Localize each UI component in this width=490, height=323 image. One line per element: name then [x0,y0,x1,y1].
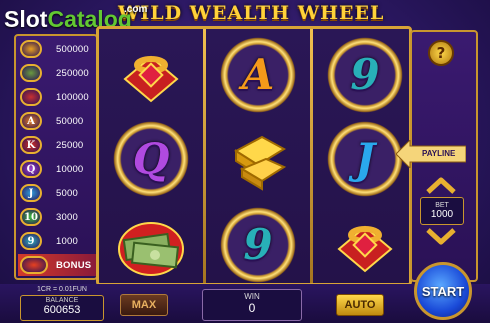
payline-label: PAYLINE [422,149,456,158]
reel-symbol-letter: A [241,50,275,99]
balance-value: 600653 [43,304,81,316]
paytable-q-icon: Q [20,160,42,178]
reel-symbol-letter: J [355,134,375,183]
paytable-gold-bars-icon [20,40,42,58]
paytable-value: 500000 [56,43,89,55]
paytable-a-icon: A [20,112,42,130]
reel-symbol-q-icon: Q [113,121,189,197]
reel-symbol-cash-icon [113,207,189,283]
paytable-row: 100000 [18,86,96,108]
win-value: 0 [248,301,256,315]
paytable-row: 500000 [18,38,96,60]
paytable-row: Q 10000 [18,158,96,180]
paytable-value: 25000 [56,139,84,151]
paytable-row: 9 1000 [18,230,96,252]
paytable-value: BONUS [56,259,92,271]
help-button[interactable]: ? [428,40,454,66]
game-title: WILD WEALTH WHEEL [118,2,385,24]
paytable-bonus-icon [20,256,48,274]
paytable-value: 250000 [56,67,89,79]
paytable-row: A 50000 [18,110,96,132]
paytable-value: 1000 [56,235,78,247]
paytable-row: J 5000 [18,182,96,204]
paytable-row: 250000 [18,62,96,84]
watermark-com: .com [124,4,148,15]
paytable-row: K 25000 [18,134,96,156]
reel-symbol-letter: 9 [350,50,380,99]
paytable-row: 10 3000 [18,206,96,228]
auto-button[interactable]: AUTO [336,294,384,316]
paytable-value: 50000 [56,115,84,127]
bet-decrease-icon[interactable] [424,228,458,246]
reel-area: Q A 9 9 J [96,26,412,286]
win-display: WIN 0 [202,289,302,321]
reel-symbol-j-icon: J [327,121,403,197]
reel-symbol-a-icon: A [220,37,296,113]
bet-display: BET 1000 [420,197,464,225]
reel-symbol-letter: Q [132,134,170,183]
win-label: WIN [244,292,260,301]
credit-rate: 1CR = 0.01FUN [37,286,87,293]
reel-symbol-ring-icon [327,207,403,283]
bet-increase-icon[interactable] [424,176,458,194]
bet-value: 1000 [430,209,454,220]
paytable-value: 10000 [56,163,84,175]
paytable: 500000 250000 100000 A 50000 K 25000 Q 10000 J 500… [14,34,98,280]
reel-symbol-9-icon: 9 [327,37,403,113]
paytable-ring-icon [20,88,42,106]
start-button[interactable]: START [414,262,472,320]
paytable-row: BONUS [18,254,96,276]
paytable-k-icon: K [20,136,42,154]
balance-display: BALANCE 600653 [20,295,104,321]
balance-label: BALANCE [45,297,79,304]
paytable-9-icon: 9 [20,232,42,250]
bet-label: BET [435,202,449,209]
paytable-value: 100000 [56,91,89,103]
reel-symbol-ring-icon [113,37,189,113]
reel-symbol-gold-bars-icon [220,121,296,197]
paytable-10-icon: 10 [20,208,42,226]
watermark-slot: Slot [4,6,48,32]
paytable-j-icon: J [20,184,42,202]
paytable-value: 3000 [56,211,78,223]
reel-symbol-letter: 9 [243,220,273,269]
max-bet-button[interactable]: MAX [120,294,168,316]
reel-symbol-9-icon: 9 [220,207,296,283]
paytable-value: 5000 [56,187,78,199]
paytable-cash-icon [20,64,42,82]
